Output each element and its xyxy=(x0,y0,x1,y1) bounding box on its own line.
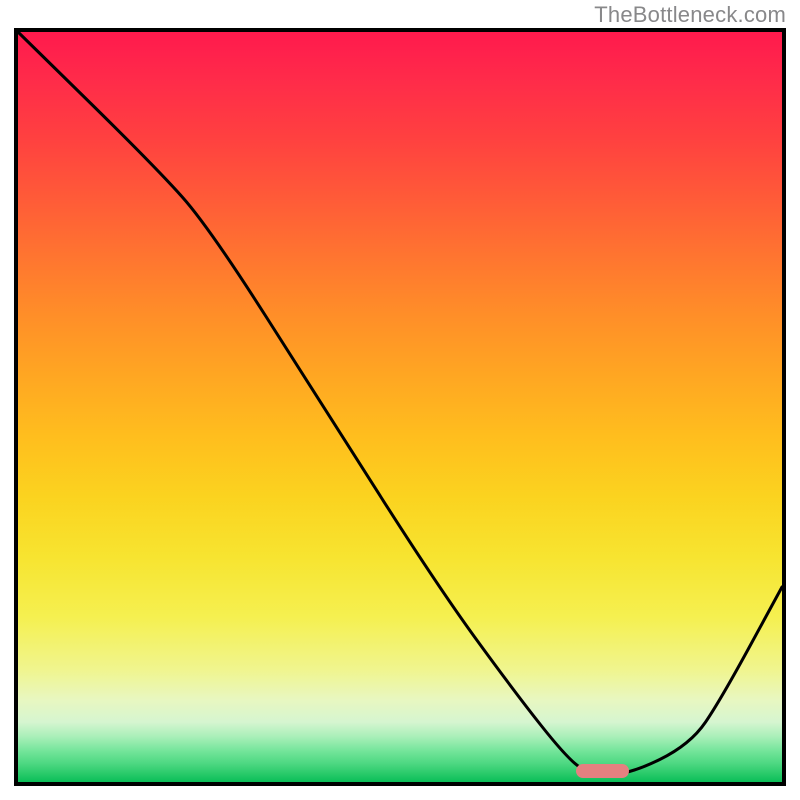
bottleneck-curve-path xyxy=(18,32,782,775)
chart-line-svg xyxy=(18,32,782,782)
optimum-marker xyxy=(576,764,629,778)
watermark-text: TheBottleneck.com xyxy=(594,2,786,28)
chart-frame xyxy=(14,28,786,786)
